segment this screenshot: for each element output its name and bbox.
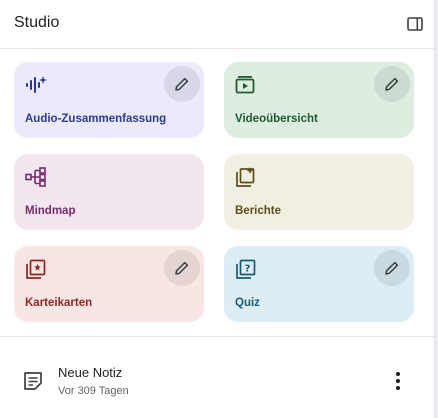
card-reports[interactable]: Berichte <box>224 154 414 230</box>
card-label: Videoübersicht <box>235 113 318 125</box>
svg-text:?: ? <box>245 264 251 275</box>
edit-button[interactable] <box>164 250 200 286</box>
report-sparkle-icon <box>235 166 257 188</box>
pencil-icon <box>175 261 189 275</box>
note-title: Neue Notiz <box>58 365 123 380</box>
card-label: Audio-Zusammenfassung <box>25 113 167 125</box>
panel-toggle-icon[interactable] <box>406 15 424 33</box>
mindmap-icon <box>25 166 47 188</box>
edit-button[interactable] <box>374 66 410 102</box>
edit-button[interactable] <box>164 66 200 102</box>
divider <box>0 336 434 337</box>
card-mindmap[interactable]: Mindmap <box>14 154 204 230</box>
edit-button[interactable] <box>374 250 410 286</box>
note-icon <box>22 370 44 392</box>
studio-panel: Studio Audio-Zusammenfassung Videoübersi… <box>0 0 435 418</box>
card-audio-summary[interactable]: Audio-Zusammenfassung <box>14 62 204 138</box>
card-quiz[interactable]: ? Quiz <box>224 246 414 322</box>
flashcards-icon <box>25 258 47 280</box>
card-flashcards[interactable]: Karteikarten <box>14 246 204 322</box>
card-label: Quiz <box>235 297 260 309</box>
quiz-icon: ? <box>235 258 257 280</box>
audio-sparkle-icon <box>25 74 47 96</box>
panel-title: Studio <box>14 14 60 31</box>
pencil-icon <box>385 261 399 275</box>
studio-header: Studio <box>0 0 434 49</box>
card-label: Karteikarten <box>25 297 93 309</box>
note-item[interactable]: Neue Notiz Vor 309 Tagen <box>0 352 434 410</box>
video-play-icon <box>235 74 257 96</box>
card-label: Mindmap <box>25 205 76 217</box>
card-video-overview[interactable]: Videoübersicht <box>224 62 414 138</box>
card-label: Berichte <box>235 205 282 217</box>
note-timestamp: Vor 309 Tagen <box>58 385 129 397</box>
more-vert-icon[interactable] <box>386 368 410 394</box>
pencil-icon <box>175 77 189 91</box>
pencil-icon <box>385 77 399 91</box>
